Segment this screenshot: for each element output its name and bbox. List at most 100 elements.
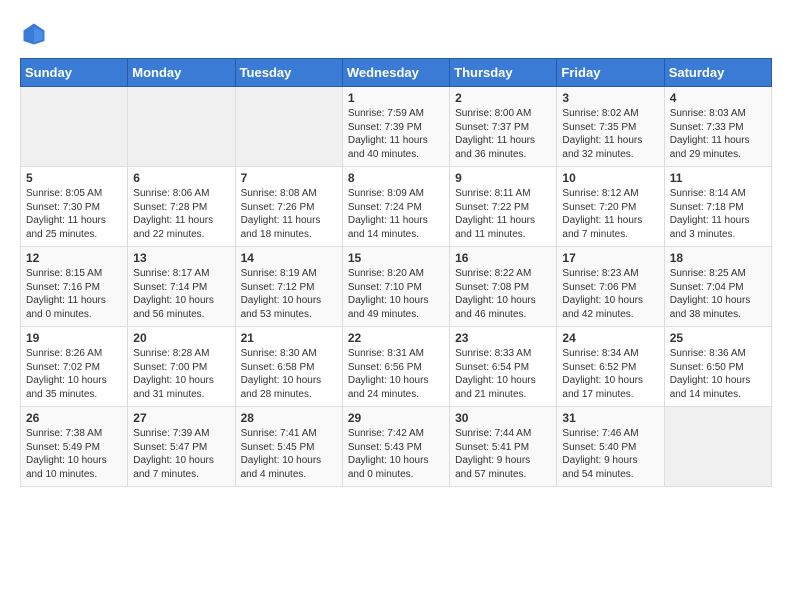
day-info: Sunrise: 8:19 AM Sunset: 7:12 PM Dayligh… (241, 267, 337, 321)
weekday-header-sunday: Sunday (21, 59, 128, 87)
day-number: 28 (241, 411, 337, 425)
day-number: 25 (670, 331, 766, 345)
calendar-cell: 5 Sunrise: 8:05 AM Sunset: 7:30 PM Daylig… (21, 167, 128, 247)
day-info: Sunrise: 8:06 AM Sunset: 7:28 PM Dayligh… (133, 187, 229, 241)
day-number: 7 (241, 171, 337, 185)
day-info: Sunrise: 8:15 AM Sunset: 7:16 PM Dayligh… (26, 267, 122, 321)
day-info: Sunrise: 7:44 AM Sunset: 5:41 PM Dayligh… (455, 427, 551, 481)
day-number: 24 (562, 331, 658, 345)
day-number: 17 (562, 251, 658, 265)
day-number: 3 (562, 91, 658, 105)
day-number: 12 (26, 251, 122, 265)
day-number: 31 (562, 411, 658, 425)
logo (20, 20, 52, 48)
day-number: 1 (348, 91, 444, 105)
calendar-cell: 6 Sunrise: 8:06 AM Sunset: 7:28 PM Daylig… (128, 167, 235, 247)
calendar-cell: 13Sunrise: 8:17 AM Sunset: 7:14 PM Dayli… (128, 247, 235, 327)
calendar-cell: 18Sunrise: 8:25 AM Sunset: 7:04 PM Dayli… (664, 247, 771, 327)
calendar-cell: 12 Sunrise: 8:15 AM Sunset: 7:16 PM Dayli… (21, 247, 128, 327)
calendar-cell: 3 Sunrise: 8:02 AM Sunset: 7:35 PM Daylig… (557, 87, 664, 167)
day-number: 5 (26, 171, 122, 185)
day-info: Sunrise: 8:26 AM Sunset: 7:02 PM Dayligh… (26, 347, 122, 401)
day-info: Sunrise: 8:34 AM Sunset: 6:52 PM Dayligh… (562, 347, 658, 401)
weekday-header-wednesday: Wednesday (342, 59, 449, 87)
calendar-cell: 11 Sunrise: 8:14 AM Sunset: 7:18 PM Dayli… (664, 167, 771, 247)
day-number: 11 (670, 171, 766, 185)
day-info: Sunrise: 7:59 AM Sunset: 7:39 PM Dayligh… (348, 107, 444, 161)
day-info: Sunrise: 8:08 AM Sunset: 7:26 PM Dayligh… (241, 187, 337, 241)
weekday-header-tuesday: Tuesday (235, 59, 342, 87)
calendar-cell: 14 Sunrise: 8:19 AM Sunset: 7:12 PM Dayli… (235, 247, 342, 327)
calendar-week-3: 12 Sunrise: 8:15 AM Sunset: 7:16 PM Dayli… (21, 247, 772, 327)
calendar-cell: 15Sunrise: 8:20 AM Sunset: 7:10 PM Dayli… (342, 247, 449, 327)
calendar-cell: 26 Sunrise: 7:38 AM Sunset: 5:49 PM Dayli… (21, 407, 128, 487)
day-number: 6 (133, 171, 229, 185)
day-info: Sunrise: 8:36 AM Sunset: 6:50 PM Dayligh… (670, 347, 766, 401)
calendar-cell: 17Sunrise: 8:23 AM Sunset: 7:06 PM Dayli… (557, 247, 664, 327)
day-number: 4 (670, 91, 766, 105)
weekday-header-saturday: Saturday (664, 59, 771, 87)
calendar-cell: 22Sunrise: 8:31 AM Sunset: 6:56 PM Dayli… (342, 327, 449, 407)
calendar-cell: 9 Sunrise: 8:11 AM Sunset: 7:22 PM Daylig… (450, 167, 557, 247)
day-number: 23 (455, 331, 551, 345)
day-number: 8 (348, 171, 444, 185)
weekday-header-thursday: Thursday (450, 59, 557, 87)
day-info: Sunrise: 8:00 AM Sunset: 7:37 PM Dayligh… (455, 107, 551, 161)
day-info: Sunrise: 7:39 AM Sunset: 5:47 PM Dayligh… (133, 427, 229, 481)
day-number: 10 (562, 171, 658, 185)
calendar-cell (128, 87, 235, 167)
calendar-cell: 23Sunrise: 8:33 AM Sunset: 6:54 PM Dayli… (450, 327, 557, 407)
calendar-cell: 10 Sunrise: 8:12 AM Sunset: 7:20 PM Dayli… (557, 167, 664, 247)
calendar-cell (235, 87, 342, 167)
calendar-cell: 4 Sunrise: 8:03 AM Sunset: 7:33 PM Daylig… (664, 87, 771, 167)
header (20, 20, 772, 48)
day-info: Sunrise: 8:14 AM Sunset: 7:18 PM Dayligh… (670, 187, 766, 241)
weekday-header-monday: Monday (128, 59, 235, 87)
day-info: Sunrise: 8:02 AM Sunset: 7:35 PM Dayligh… (562, 107, 658, 161)
weekday-header-row: SundayMondayTuesdayWednesdayThursdayFrid… (21, 59, 772, 87)
day-info: Sunrise: 8:31 AM Sunset: 6:56 PM Dayligh… (348, 347, 444, 401)
day-number: 20 (133, 331, 229, 345)
day-number: 27 (133, 411, 229, 425)
day-number: 30 (455, 411, 551, 425)
day-number: 13 (133, 251, 229, 265)
calendar-week-4: 19 Sunrise: 8:26 AM Sunset: 7:02 PM Dayli… (21, 327, 772, 407)
day-number: 19 (26, 331, 122, 345)
day-info: Sunrise: 7:41 AM Sunset: 5:45 PM Dayligh… (241, 427, 337, 481)
calendar-cell: 28 Sunrise: 7:41 AM Sunset: 5:45 PM Dayli… (235, 407, 342, 487)
calendar: SundayMondayTuesdayWednesdayThursdayFrid… (20, 58, 772, 487)
calendar-cell: 30 Sunrise: 7:44 AM Sunset: 5:41 PM Dayli… (450, 407, 557, 487)
day-info: Sunrise: 8:05 AM Sunset: 7:30 PM Dayligh… (26, 187, 122, 241)
logo-icon (20, 20, 48, 48)
day-info: Sunrise: 7:42 AM Sunset: 5:43 PM Dayligh… (348, 427, 444, 481)
calendar-week-5: 26 Sunrise: 7:38 AM Sunset: 5:49 PM Dayli… (21, 407, 772, 487)
day-info: Sunrise: 7:46 AM Sunset: 5:40 PM Dayligh… (562, 427, 658, 481)
calendar-cell: 1 Sunrise: 7:59 AM Sunset: 7:39 PM Daylig… (342, 87, 449, 167)
calendar-cell: 29Sunrise: 7:42 AM Sunset: 5:43 PM Dayli… (342, 407, 449, 487)
day-number: 16 (455, 251, 551, 265)
calendar-cell: 27 Sunrise: 7:39 AM Sunset: 5:47 PM Dayli… (128, 407, 235, 487)
day-info: Sunrise: 8:20 AM Sunset: 7:10 PM Dayligh… (348, 267, 444, 321)
day-info: Sunrise: 7:38 AM Sunset: 5:49 PM Dayligh… (26, 427, 122, 481)
calendar-week-2: 5 Sunrise: 8:05 AM Sunset: 7:30 PM Daylig… (21, 167, 772, 247)
day-number: 21 (241, 331, 337, 345)
day-info: Sunrise: 8:03 AM Sunset: 7:33 PM Dayligh… (670, 107, 766, 161)
calendar-cell: 24 Sunrise: 8:34 AM Sunset: 6:52 PM Dayli… (557, 327, 664, 407)
calendar-week-1: 1 Sunrise: 7:59 AM Sunset: 7:39 PM Daylig… (21, 87, 772, 167)
day-number: 14 (241, 251, 337, 265)
day-info: Sunrise: 8:12 AM Sunset: 7:20 PM Dayligh… (562, 187, 658, 241)
calendar-cell: 8 Sunrise: 8:09 AM Sunset: 7:24 PM Daylig… (342, 167, 449, 247)
calendar-cell: 16 Sunrise: 8:22 AM Sunset: 7:08 PM Dayli… (450, 247, 557, 327)
calendar-cell: 21Sunrise: 8:30 AM Sunset: 6:58 PM Dayli… (235, 327, 342, 407)
day-info: Sunrise: 8:22 AM Sunset: 7:08 PM Dayligh… (455, 267, 551, 321)
day-info: Sunrise: 8:11 AM Sunset: 7:22 PM Dayligh… (455, 187, 551, 241)
calendar-cell: 25 Sunrise: 8:36 AM Sunset: 6:50 PM Dayli… (664, 327, 771, 407)
calendar-cell: 2 Sunrise: 8:00 AM Sunset: 7:37 PM Daylig… (450, 87, 557, 167)
day-number: 26 (26, 411, 122, 425)
day-info: Sunrise: 8:09 AM Sunset: 7:24 PM Dayligh… (348, 187, 444, 241)
calendar-cell (664, 407, 771, 487)
day-number: 9 (455, 171, 551, 185)
day-number: 2 (455, 91, 551, 105)
calendar-cell: 19 Sunrise: 8:26 AM Sunset: 7:02 PM Dayli… (21, 327, 128, 407)
calendar-cell: 31 Sunrise: 7:46 AM Sunset: 5:40 PM Dayli… (557, 407, 664, 487)
